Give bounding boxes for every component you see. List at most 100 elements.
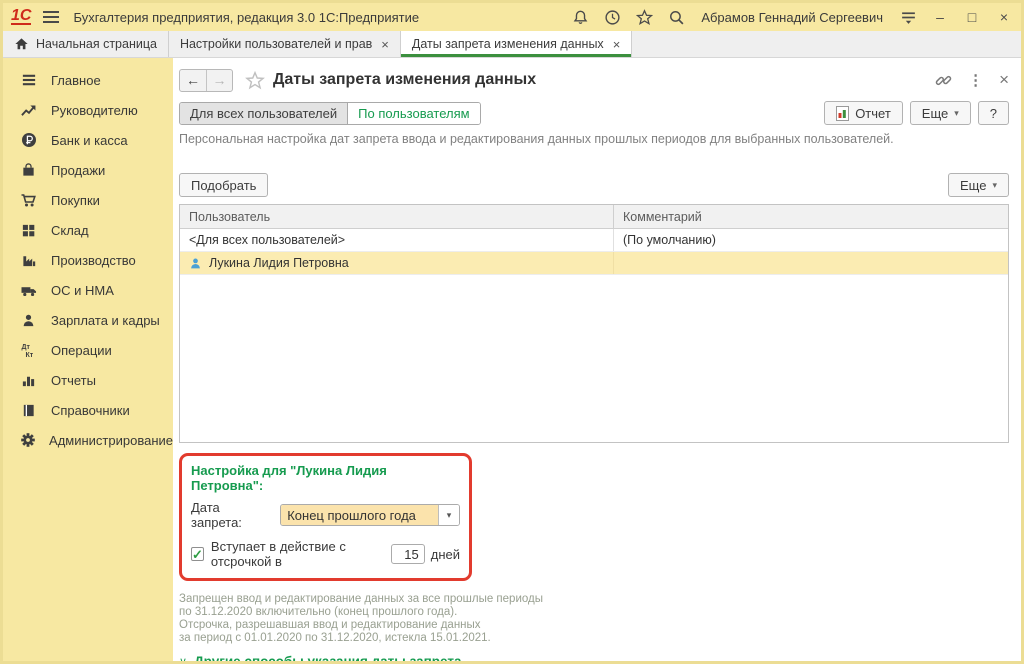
toggle-all-users[interactable]: Для всех пользователей xyxy=(180,103,348,124)
comment-cell xyxy=(614,252,1008,274)
sidebar-item-label: Покупки xyxy=(51,193,100,208)
sidebar-item-fixed-assets[interactable]: ОС и НМА xyxy=(3,275,173,305)
sidebar-item-label: Продажи xyxy=(51,163,105,178)
toggle-by-users[interactable]: По пользователям xyxy=(348,103,479,124)
table-more-label: Еще xyxy=(960,178,986,193)
home-icon xyxy=(14,37,29,51)
prohibition-date-value[interactable]: Конец прошлого года xyxy=(281,505,438,525)
tab-user-rights-settings[interactable]: Настройки пользователей и прав × xyxy=(169,31,401,57)
sidebar-item-label: Производство xyxy=(51,253,136,268)
current-user-name[interactable]: Абрамов Геннадий Сергеевич xyxy=(701,10,883,25)
1c-logo-icon: 1С xyxy=(11,9,31,25)
tab-label: Настройки пользователей и прав xyxy=(180,37,372,51)
more-button[interactable]: Еще ▾ xyxy=(910,101,971,125)
dropdown-arrow-icon[interactable]: ▾ xyxy=(438,505,459,525)
sidebar-item-label: ОС и НМА xyxy=(51,283,114,298)
sections-sidebar: Главное Руководителю Банк и касса Продаж… xyxy=(3,58,173,664)
tab-close-icon[interactable]: × xyxy=(613,37,621,52)
main-menu-icon[interactable] xyxy=(43,11,59,23)
sidebar-item-sales[interactable]: Продажи xyxy=(3,155,173,185)
svg-text:Кт: Кт xyxy=(26,352,34,358)
table-row-lukina[interactable]: Лукина Лидия Петровна xyxy=(180,252,1008,275)
close-form-icon[interactable]: × xyxy=(999,70,1009,90)
page-title: Даты запрета изменения данных xyxy=(273,71,536,89)
other-ways-group-header[interactable]: ∨ Другие способы указания даты запрета xyxy=(179,654,1009,664)
tab-bar: Начальная страница Настройки пользовател… xyxy=(3,31,1021,58)
table-header-row: Пользователь Комментарий xyxy=(180,205,1008,229)
table-more-button[interactable]: Еще ▾ xyxy=(948,173,1009,197)
maximize-button[interactable]: □ xyxy=(963,9,981,25)
sidebar-item-administration[interactable]: Администрирование xyxy=(3,425,173,455)
main-panel: ← → Даты запрета изменения данных ⋮ × xyxy=(173,58,1021,664)
sidebar-item-directories[interactable]: Справочники xyxy=(3,395,173,425)
close-window-button[interactable]: × xyxy=(995,9,1013,25)
sidebar-item-purchases[interactable]: Покупки xyxy=(3,185,173,215)
sidebar-item-label: Главное xyxy=(51,73,101,88)
sidebar-item-label: Администрирование xyxy=(49,433,173,448)
forward-button[interactable]: → xyxy=(206,70,232,91)
other-ways-header-label: Другие способы указания даты запрета xyxy=(194,654,461,664)
sidebar-item-operations[interactable]: ДтКт Операции xyxy=(3,335,173,365)
tab-label: Даты запрета изменения данных xyxy=(412,37,604,51)
sidebar-item-label: Склад xyxy=(51,223,89,238)
bar-chart-icon xyxy=(19,372,38,389)
sidebar-item-salary-hr[interactable]: Зарплата и кадры xyxy=(3,305,173,335)
prohibition-summary-text: Запрещен ввод и редактирование данных за… xyxy=(179,593,1009,645)
notifications-bell-icon[interactable] xyxy=(571,8,589,26)
tab-close-icon[interactable]: × xyxy=(381,37,389,52)
favorites-star-icon[interactable] xyxy=(635,8,653,26)
sidebar-item-label: Отчеты xyxy=(51,373,96,388)
annotation-highlight-box: Настройка для "Лукина Лидия Петровна": Д… xyxy=(179,453,472,581)
sidebar-item-label: Справочники xyxy=(51,403,130,418)
report-button[interactable]: Отчет xyxy=(824,101,903,125)
check-icon: ✓ xyxy=(192,548,203,561)
sidebar-item-bank-cash[interactable]: Банк и касса xyxy=(3,125,173,155)
delay-days-input[interactable] xyxy=(391,544,425,564)
chevron-down-icon: ∨ xyxy=(179,655,187,664)
sidebar-item-label: Операции xyxy=(51,343,112,358)
pick-users-button[interactable]: Подобрать xyxy=(179,173,268,197)
minimize-button[interactable]: – xyxy=(931,9,949,25)
view-mode-toggle: Для всех пользователей По пользователям xyxy=(179,102,481,125)
sidebar-item-production[interactable]: Производство xyxy=(3,245,173,275)
prohibition-date-label: Дата запрета: xyxy=(191,500,274,530)
add-to-favorites-star-icon[interactable] xyxy=(245,71,265,90)
history-clock-icon[interactable] xyxy=(603,8,621,26)
table-row-all-users[interactable]: <Для всех пользователей> (По умолчанию) xyxy=(180,229,1008,252)
comment-cell: (По умолчанию) xyxy=(614,229,1008,251)
tab-label: Начальная страница xyxy=(36,37,157,51)
sidebar-item-warehouse[interactable]: Склад xyxy=(3,215,173,245)
svg-text:Дт: Дт xyxy=(22,344,31,351)
menu-lines-icon xyxy=(19,72,38,89)
sidebar-item-label: Зарплата и кадры xyxy=(51,313,160,328)
sidebar-item-manager[interactable]: Руководителю xyxy=(3,95,173,125)
shopping-cart-icon xyxy=(19,192,38,209)
prohibition-date-combobox[interactable]: Конец прошлого года ▾ xyxy=(280,504,460,526)
delay-label: Вступает в действие с отсрочкой в xyxy=(211,539,385,569)
search-icon[interactable] xyxy=(667,8,685,26)
chevron-down-icon: ▾ xyxy=(992,180,997,191)
tab-data-prohibition-dates[interactable]: Даты запрета изменения данных × xyxy=(401,31,632,57)
delay-suffix: дней xyxy=(431,547,460,562)
chevron-down-icon: ▾ xyxy=(954,108,959,119)
delay-checkbox[interactable]: ✓ xyxy=(191,547,204,561)
users-table: Пользователь Комментарий <Для всех польз… xyxy=(179,204,1009,443)
gear-icon xyxy=(19,432,36,449)
warehouse-grid-icon xyxy=(19,222,38,239)
sidebar-item-reports[interactable]: Отчеты xyxy=(3,365,173,395)
title-bar: 1С Бухгалтерия предприятия, редакция 3.0… xyxy=(3,3,1021,31)
get-link-icon[interactable] xyxy=(935,72,952,89)
sidebar-item-main[interactable]: Главное xyxy=(3,65,173,95)
tab-home-page[interactable]: Начальная страница xyxy=(3,31,169,57)
user-name-text: Лукина Лидия Петровна xyxy=(209,256,349,270)
back-button[interactable]: ← xyxy=(180,70,206,91)
help-button[interactable]: ? xyxy=(978,101,1009,125)
service-menu-icon[interactable] xyxy=(899,8,917,26)
more-actions-dots-icon[interactable]: ⋮ xyxy=(968,71,983,89)
column-header-user[interactable]: Пользователь xyxy=(180,205,614,228)
dt-kt-icon: ДтКт xyxy=(19,342,38,359)
truck-icon xyxy=(19,282,38,299)
column-header-comment[interactable]: Комментарий xyxy=(614,205,1008,228)
ruble-circle-icon xyxy=(19,132,38,149)
sidebar-item-label: Руководителю xyxy=(51,103,138,118)
